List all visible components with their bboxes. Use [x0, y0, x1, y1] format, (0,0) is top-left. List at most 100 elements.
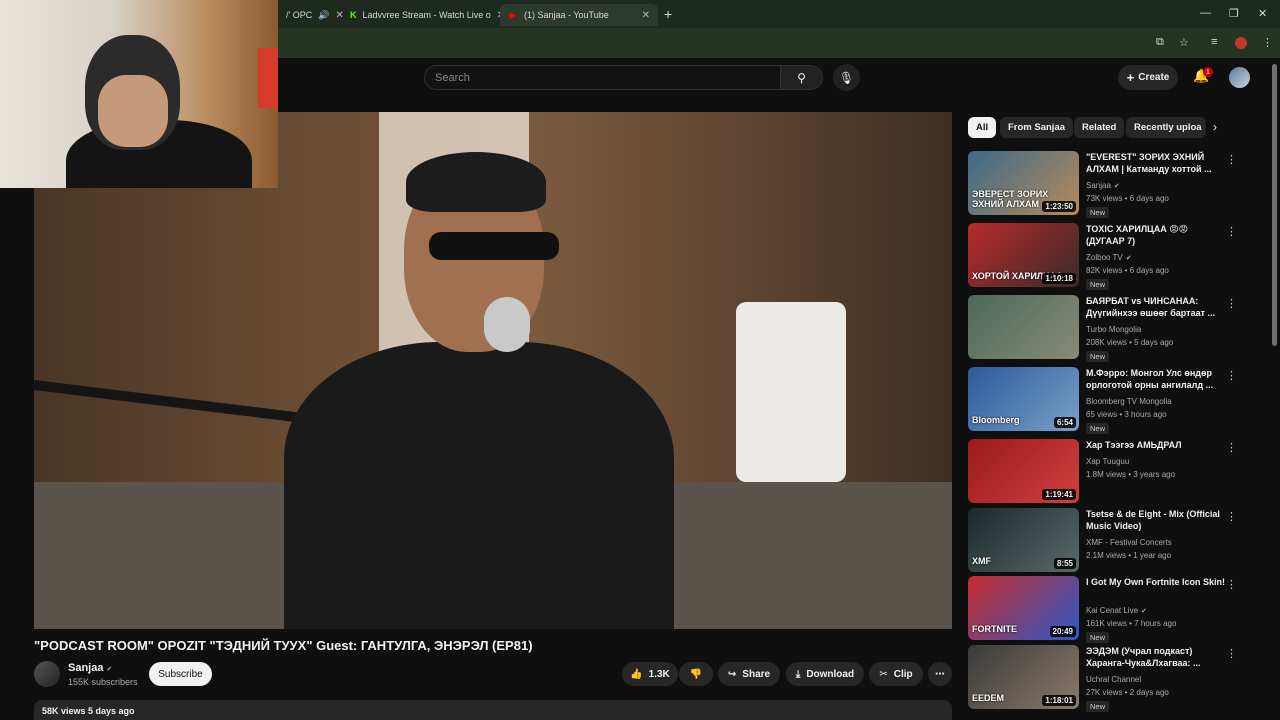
plus-icon: +: [1126, 70, 1135, 85]
recommendation-title[interactable]: БАЯРБАТ vs ЧИНСАНАА: Дүүгийнхээ өшөөг ба…: [1086, 295, 1226, 319]
profile-extension-icon[interactable]: [1235, 37, 1247, 49]
channel-name[interactable]: Sanjaa ✔: [68, 662, 112, 674]
thumbnail-text: EEDEM: [972, 693, 1005, 703]
recommendation-item[interactable]: FORTNITE 20:49 I Got My Own Fortnite Icon …: [968, 576, 1268, 643]
browser-menu-icon[interactable]: ⋮: [1262, 36, 1273, 49]
more-actions-button[interactable]: ⋯: [928, 662, 952, 686]
recommendation-title[interactable]: Хар Тээгээ АМЬДРАЛ: [1086, 439, 1226, 451]
recommendation-title[interactable]: TOXIC ХАРИЛЦАА 😡😡 (ДУГААР 7): [1086, 223, 1226, 247]
tab-title: /' OPC: [286, 10, 313, 20]
chip-related[interactable]: Related: [1074, 117, 1125, 138]
recommendation-meta: 2.1M views • 1 year ago: [1086, 551, 1172, 560]
subscribe-button[interactable]: Subscribe: [149, 662, 212, 686]
video-thumbnail[interactable]: FORTNITE 20:49: [968, 576, 1079, 640]
video-player[interactable]: [34, 112, 952, 629]
recommendation-item[interactable]: 1:19:41 Хар Тээгээ АМЬДРАЛ Хар Tuuguu 1.8M …: [968, 439, 1268, 505]
new-tab-icon[interactable]: +: [664, 6, 672, 22]
screen: /' OPC 🔊 ✕ K Ladvvree Stream - Watch Liv…: [0, 0, 1280, 720]
recommendation-title[interactable]: ЭЭДЭМ (Учрал подкаст) Харанга-Чука&Лхагв…: [1086, 645, 1226, 669]
recommendation-meta: 161K views • 7 hours ago: [1086, 619, 1177, 628]
video-thumbnail[interactable]: EEDEM 1:18:01: [968, 645, 1079, 709]
recommendation-item[interactable]: ЭВЕРЕСТ ЗОРИХ ЭХНИЙ АЛХАМ 1:23:50 "EVEREST…: [968, 151, 1268, 218]
download-button[interactable]: ⤓ Download: [786, 662, 864, 686]
video-thumbnail[interactable]: ЭВЕРЕСТ ЗОРИХ ЭХНИЙ АЛХАМ 1:23:50: [968, 151, 1079, 215]
verified-icon: ✔: [106, 666, 113, 673]
clip-button[interactable]: ✂ Clip: [869, 662, 923, 686]
more-vertical-icon[interactable]: ⋮: [1226, 578, 1237, 591]
recommendation-item[interactable]: БАЯРБАТ vs ЧИНСАНАА: Дүүгийнхээ өшөөг ба…: [968, 295, 1268, 362]
channel-avatar[interactable]: [34, 661, 60, 687]
recommendation-channel[interactable]: Kai Cenat Live ✔: [1086, 606, 1147, 615]
video-thumbnail[interactable]: [968, 295, 1079, 359]
recommendation-channel[interactable]: XMF - Festival Concerts: [1086, 538, 1172, 547]
chip-recently-uploaded[interactable]: Recently uploa: [1126, 117, 1206, 138]
chip-all[interactable]: All: [968, 117, 997, 138]
recommendation-title[interactable]: М.Фэрро: Монгол Улс өндөр орлоготой орны…: [1086, 367, 1226, 391]
scrollbar[interactable]: [1272, 64, 1277, 346]
thumbnail-text: FORTNITE: [972, 624, 1017, 634]
speaker-icon[interactable]: 🔊: [318, 10, 329, 21]
voice-search-button[interactable]: 🎙: [833, 64, 860, 91]
new-badge: New: [1086, 351, 1110, 362]
more-vertical-icon[interactable]: ⋮: [1226, 647, 1237, 660]
kick-icon: K: [350, 10, 357, 20]
scissors-icon: ✂: [879, 668, 888, 680]
download-label: Download: [806, 668, 855, 680]
more-vertical-icon[interactable]: ⋮: [1226, 510, 1237, 523]
minimize-icon[interactable]: —: [1200, 7, 1211, 19]
cast-icon[interactable]: ⧉: [1156, 36, 1164, 49]
recommendation-item[interactable]: EEDEM 1:18:01 ЭЭДЭМ (Учрал подкаст) Харанг…: [968, 645, 1268, 712]
more-vertical-icon[interactable]: ⋮: [1226, 441, 1237, 454]
browser-tab[interactable]: K Ladvvree Stream - Watch Live o ✕: [342, 4, 505, 26]
recommendation-title[interactable]: "EVEREST" ЗОРИХ ЭХНИЙ АЛХАМ | Катманду х…: [1086, 151, 1226, 175]
search-button[interactable]: ⚲: [781, 65, 823, 90]
thumbnail-text: Bloomberg: [972, 415, 1020, 425]
video-thumbnail[interactable]: 1:19:41: [968, 439, 1079, 503]
verified-icon: ✔: [1125, 255, 1132, 262]
new-badge: New: [1086, 632, 1110, 643]
recommendation-channel[interactable]: Bloomberg TV Mongolia: [1086, 397, 1172, 406]
video-title: "PODCAST ROOM" OPOZIT "ТЭДНИЙ ТУУХ" Gues…: [34, 638, 533, 653]
browser-tab-active[interactable]: ▶ (1) Sanjaa - YouTube ✕: [500, 4, 658, 26]
more-vertical-icon[interactable]: ⋮: [1226, 153, 1237, 166]
recommendation-item[interactable]: ХОРТОЙ ХАРИЛЦАА 1:10:18 TOXIC ХАРИЛЦАА 😡😡 …: [968, 223, 1268, 290]
thumbs-down-icon: 👎: [689, 668, 703, 680]
create-button[interactable]: + Create: [1118, 65, 1178, 90]
browser-tab[interactable]: /' OPC 🔊 ✕: [278, 4, 344, 26]
maximize-icon[interactable]: ❐: [1229, 7, 1239, 20]
recommendation-channel[interactable]: Zolboo TV ✔: [1086, 253, 1132, 262]
more-vertical-icon[interactable]: ⋮: [1226, 369, 1237, 382]
video-thumbnail[interactable]: Bloomberg 6:54: [968, 367, 1079, 431]
download-icon: ⤓: [795, 668, 801, 680]
close-tab-icon[interactable]: ✕: [636, 10, 650, 21]
share-icon: ↪: [727, 668, 737, 680]
recommendation-channel[interactable]: Uchral Channel: [1086, 675, 1141, 684]
recommendation-channel[interactable]: Sanjaa ✔: [1086, 181, 1120, 190]
more-vertical-icon[interactable]: ⋮: [1226, 225, 1237, 238]
recommendation-title[interactable]: Tsetse & de Eight - Mix (Official Music …: [1086, 508, 1226, 532]
window-close-icon[interactable]: ✕: [1258, 7, 1267, 20]
extensions-icon[interactable]: ≡: [1211, 36, 1217, 48]
user-avatar[interactable]: [1229, 67, 1250, 88]
like-count: 1.3K: [648, 668, 670, 680]
recommendation-channel[interactable]: Turbo Mongolia: [1086, 325, 1141, 334]
search-icon: ⚲: [797, 70, 806, 85]
like-button[interactable]: 👍 1.3K: [622, 662, 678, 686]
chevron-right-icon[interactable]: ›: [1213, 120, 1217, 134]
video-duration: 1:19:41: [1042, 489, 1076, 500]
recommendation-item[interactable]: Bloomberg 6:54 М.Фэрро: Монгол Улс өндөр о…: [968, 367, 1268, 434]
description-box[interactable]: [34, 700, 952, 720]
dislike-button[interactable]: 👎: [679, 662, 713, 686]
search-placeholder: Search: [435, 71, 470, 84]
video-thumbnail[interactable]: ХОРТОЙ ХАРИЛЦАА 1:10:18: [968, 223, 1079, 287]
search-input[interactable]: Search: [424, 65, 781, 90]
recommendation-item[interactable]: XMF 8:55 Tsetse & de Eight - Mix (Official…: [968, 508, 1268, 574]
share-button[interactable]: ↪ Share: [718, 662, 780, 686]
bookmark-star-icon[interactable]: ☆: [1179, 36, 1189, 49]
recommendation-channel[interactable]: Хар Tuuguu: [1086, 457, 1129, 466]
video-duration: 1:23:50: [1042, 201, 1076, 212]
chip-from-sanjaa[interactable]: From Sanjaa: [1000, 117, 1074, 138]
video-thumbnail[interactable]: XMF 8:55: [968, 508, 1079, 572]
recommendation-title[interactable]: I Got My Own Fortnite Icon Skin!: [1086, 576, 1226, 588]
more-vertical-icon[interactable]: ⋮: [1226, 297, 1237, 310]
